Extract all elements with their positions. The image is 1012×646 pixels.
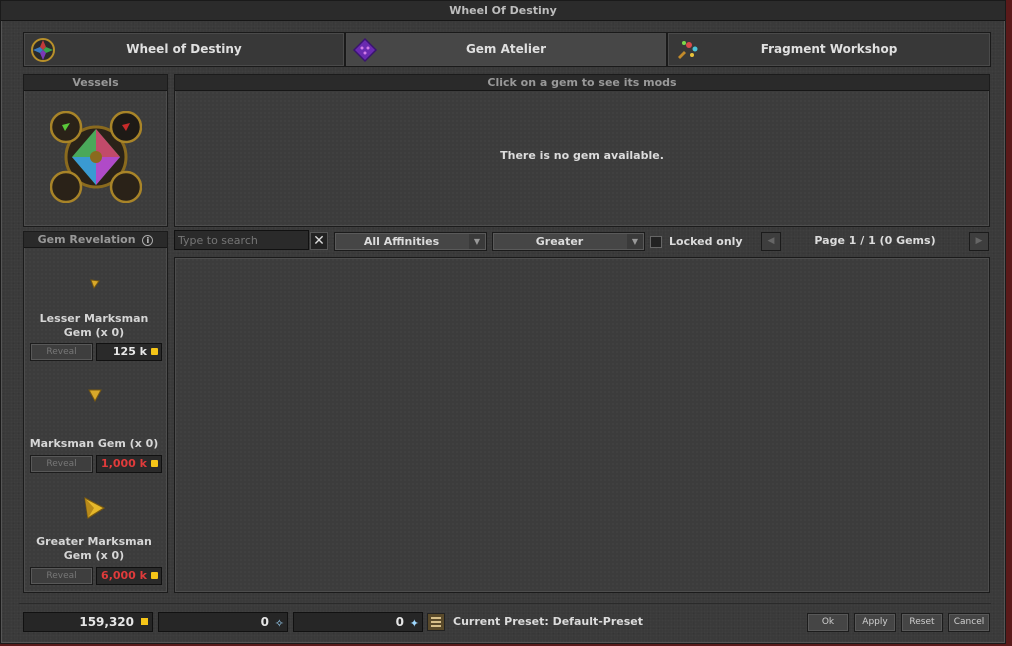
next-page-button[interactable]: ▶ (969, 232, 989, 251)
locked-only-label: Locked only (669, 235, 743, 248)
locked-only-checkbox[interactable] (650, 236, 662, 248)
gem-atelier-icon (352, 37, 378, 63)
gem-revelation-panel: Gem Revelation i Lesser Marksman Gem (x … (23, 231, 168, 593)
fragment-icon (678, 41, 698, 59)
lesser-fragment-balance: 0 ✧ (158, 612, 288, 632)
window-title: Wheel Of Destiny (1, 1, 1005, 21)
gem-list-area (174, 257, 990, 593)
gem-mods-panel: Click on a gem to see its mods There is … (174, 74, 990, 227)
price-value: 6,000 k (101, 569, 147, 582)
info-icon[interactable]: i (142, 234, 154, 246)
previous-page-button[interactable]: ◀ (761, 232, 781, 251)
tab-label: Wheel of Destiny (126, 42, 242, 56)
gem-name-line2: Gem (x 0) (63, 326, 125, 339)
gold-coin-icon (141, 618, 148, 625)
preset-icon[interactable] (427, 613, 445, 631)
reset-button[interactable]: Reset (901, 613, 943, 632)
greater-marksman-gem-icon (84, 496, 106, 519)
gem-revelation-title: Gem Revelation (37, 233, 136, 246)
gem-name-line1: Greater Marksman (36, 535, 152, 548)
quality-select[interactable]: Greater ▼ (492, 232, 645, 251)
gem-name-line2: Marksman Gem (x 0) (29, 437, 159, 450)
reveal-button[interactable]: Reveal (30, 343, 93, 361)
gem-name: Lesser Marksman Gem (x 0) (24, 312, 164, 340)
gem-name: Greater Marksman Gem (x 0) (24, 535, 164, 563)
empty-gem-message: There is no gem available. (500, 149, 664, 162)
wheel-icon (31, 38, 55, 62)
tab-gem-atelier[interactable]: Gem Atelier (345, 32, 667, 67)
vessels-title: Vessels (24, 75, 167, 91)
footer-divider (19, 603, 991, 604)
gem-price: 125 k (96, 343, 162, 361)
apply-button[interactable]: Apply (854, 613, 896, 632)
cancel-button[interactable]: Cancel (948, 613, 990, 632)
gem-price: 6,000 k (96, 567, 162, 585)
marksman-gem-icon (88, 389, 102, 402)
greater-fragment-value: 0 (395, 615, 404, 629)
wheel-of-destiny-window: Wheel Of Destiny Wheel of Destiny Gem At… (0, 0, 1006, 644)
gem-name-line2: Gem (x 0) (63, 549, 125, 562)
gold-balance: 159,320 (23, 612, 153, 632)
vessels-wheel-icon[interactable] (50, 111, 142, 203)
reveal-button[interactable]: Reveal (30, 567, 93, 585)
gem-revelation-header: Gem Revelation i (24, 232, 167, 248)
chevron-down-icon: ▼ (627, 234, 643, 249)
ok-button[interactable]: Ok (807, 613, 849, 632)
gold-coin-icon (151, 460, 158, 467)
vessels-panel: Vessels (23, 74, 168, 227)
greater-fragment-balance: 0 ✦ (293, 612, 423, 632)
gem-price: 1,000 k (96, 455, 162, 473)
lesser-fragment-value: 0 (260, 615, 269, 629)
tab-wheel-of-destiny[interactable]: Wheel of Destiny (23, 32, 345, 67)
tab-bar: Wheel of Destiny Gem Atelier Fragment Wo… (23, 32, 991, 68)
lesser-fragment-icon: ✧ (274, 617, 284, 630)
greater-fragment-icon: ✦ (409, 617, 419, 630)
quality-value: Greater (535, 235, 584, 248)
affinity-select[interactable]: All Affinities ▼ (334, 232, 487, 251)
tab-label: Gem Atelier (465, 42, 547, 56)
gold-coin-icon (151, 348, 158, 355)
lesser-marksman-gem-icon (90, 279, 100, 290)
price-value: 1,000 k (101, 457, 147, 470)
chevron-down-icon: ▼ (469, 234, 485, 249)
gem-name-line1: Lesser Marksman (39, 312, 149, 325)
current-preset-label: Current Preset: Default-Preset (453, 615, 644, 628)
gold-coin-icon (151, 572, 158, 579)
page-info: Page 1 / 1 (0 Gems) (814, 234, 936, 247)
search-input[interactable] (174, 230, 309, 250)
tab-label: Fragment Workshop (760, 42, 898, 56)
gem-mods-title: Click on a gem to see its mods (175, 75, 989, 91)
tab-fragment-workshop[interactable]: Fragment Workshop (667, 32, 991, 67)
affinity-value: All Affinities (363, 235, 440, 248)
gold-value: 159,320 (79, 615, 134, 629)
price-value: 125 k (112, 345, 147, 358)
gem-name: Marksman Gem (x 0) (24, 437, 164, 451)
clear-search-button[interactable]: ✕ (310, 232, 328, 250)
reveal-button[interactable]: Reveal (30, 455, 93, 473)
